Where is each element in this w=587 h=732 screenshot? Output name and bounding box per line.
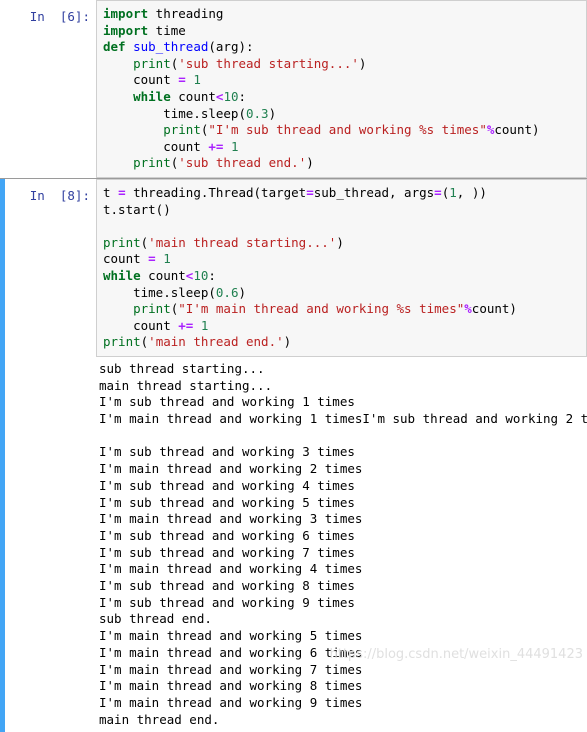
- code-token: ): [268, 105, 277, 121]
- code-token: time: [148, 22, 186, 38]
- code-token: 1: [193, 72, 201, 88]
- code-token: ): [238, 284, 246, 300]
- code-token: 'sub thread starting...': [178, 55, 359, 71]
- code-token: %: [464, 301, 472, 317]
- notebook-cell-in-8[interactable]: In [8]: t = threading.Thread(target=sub_…: [0, 178, 587, 732]
- code-token: count: [103, 138, 209, 154]
- code-token: 10: [193, 267, 209, 283]
- code-token: count: [103, 72, 179, 88]
- code-token: count): [471, 301, 517, 317]
- cell-selection-bar: [0, 178, 5, 732]
- stdout-output-area: sub thread starting... main thread start…: [96, 356, 587, 732]
- code-token: sub_thread: [133, 39, 209, 55]
- code-token: print: [133, 301, 171, 317]
- code-token: def: [103, 39, 126, 55]
- code-token: 1: [200, 317, 209, 333]
- code-token: 'main thread starting...': [148, 234, 337, 250]
- code-token: count): [494, 122, 540, 138]
- code-token: count: [103, 317, 179, 333]
- stdout-text: sub thread starting... main thread start…: [99, 360, 587, 727]
- code-token: time.sleep(: [103, 105, 246, 121]
- code-token: import: [103, 6, 149, 21]
- cell-input-row: In [8]: t = threading.Thread(target=sub_…: [0, 178, 587, 357]
- code-token: while: [133, 88, 171, 104]
- code-token: 10: [223, 88, 239, 104]
- code-token: 1: [163, 251, 171, 267]
- code-token: t: [103, 184, 119, 200]
- input-prompt-in-6: In [6]:: [29, 9, 90, 24]
- code-token: print: [133, 55, 171, 71]
- code-token: +=: [178, 317, 194, 333]
- code-token: threading.Thread(target: [125, 184, 307, 200]
- code-token: 'sub thread end.': [178, 155, 307, 171]
- output-prompt: [0, 357, 96, 363]
- code-token: time.sleep(: [103, 284, 216, 300]
- code-token: =: [118, 184, 126, 200]
- code-token: =: [178, 72, 186, 88]
- code-token: 'main thread end.': [148, 334, 284, 350]
- notebook-cell-in-6[interactable]: In [6]: import threading import time def…: [0, 0, 587, 178]
- code-text-in-8[interactable]: t = threading.Thread(target=sub_thread, …: [103, 185, 582, 351]
- code-token: "I'm main thread and working %s times": [178, 301, 465, 317]
- code-token: +=: [208, 138, 224, 154]
- code-token: threading: [148, 6, 224, 21]
- code-token: 1: [230, 138, 239, 154]
- code-token: print: [163, 122, 201, 138]
- cell-input-row: In [6]: import threading import time def…: [0, 0, 587, 178]
- code-token: 0.6: [215, 284, 239, 300]
- code-token: import: [103, 22, 149, 38]
- code-token: (arg):: [208, 39, 254, 55]
- code-token: ): [336, 234, 344, 250]
- code-token: count: [140, 267, 186, 283]
- code-token: ): [306, 155, 314, 171]
- code-token: sub_thread, args: [313, 184, 435, 200]
- code-token: 1: [449, 184, 457, 200]
- code-token: print: [133, 155, 171, 171]
- code-token: while: [103, 267, 141, 283]
- code-editor-in-8[interactable]: t = threading.Thread(target=sub_thread, …: [96, 178, 587, 357]
- code-token: print: [103, 234, 141, 250]
- code-token: :: [238, 88, 247, 104]
- code-token: ): [358, 55, 367, 71]
- code-editor-in-6[interactable]: import threading import time def sub_thr…: [96, 0, 587, 178]
- code-token: print: [103, 334, 141, 350]
- code-text-in-6[interactable]: import threading import time def sub_thr…: [103, 6, 582, 172]
- code-token: count: [170, 88, 216, 104]
- code-token: count: [103, 251, 149, 267]
- input-prompt-in-8: In [8]:: [29, 187, 90, 203]
- code-token: :: [208, 267, 216, 283]
- code-token: "I'm sub thread and working %s times": [208, 122, 487, 138]
- code-token: =: [434, 184, 442, 200]
- notebook-container: In [6]: import threading import time def…: [0, 0, 587, 732]
- cell-output-row: sub thread starting... main thread start…: [0, 356, 587, 732]
- code-token: 0.3: [246, 105, 269, 121]
- code-token: =: [148, 251, 156, 267]
- code-token: , )): [456, 184, 487, 200]
- code-token: t.start(): [103, 201, 171, 217]
- code-token: ): [283, 334, 292, 350]
- code-token: =: [306, 184, 314, 200]
